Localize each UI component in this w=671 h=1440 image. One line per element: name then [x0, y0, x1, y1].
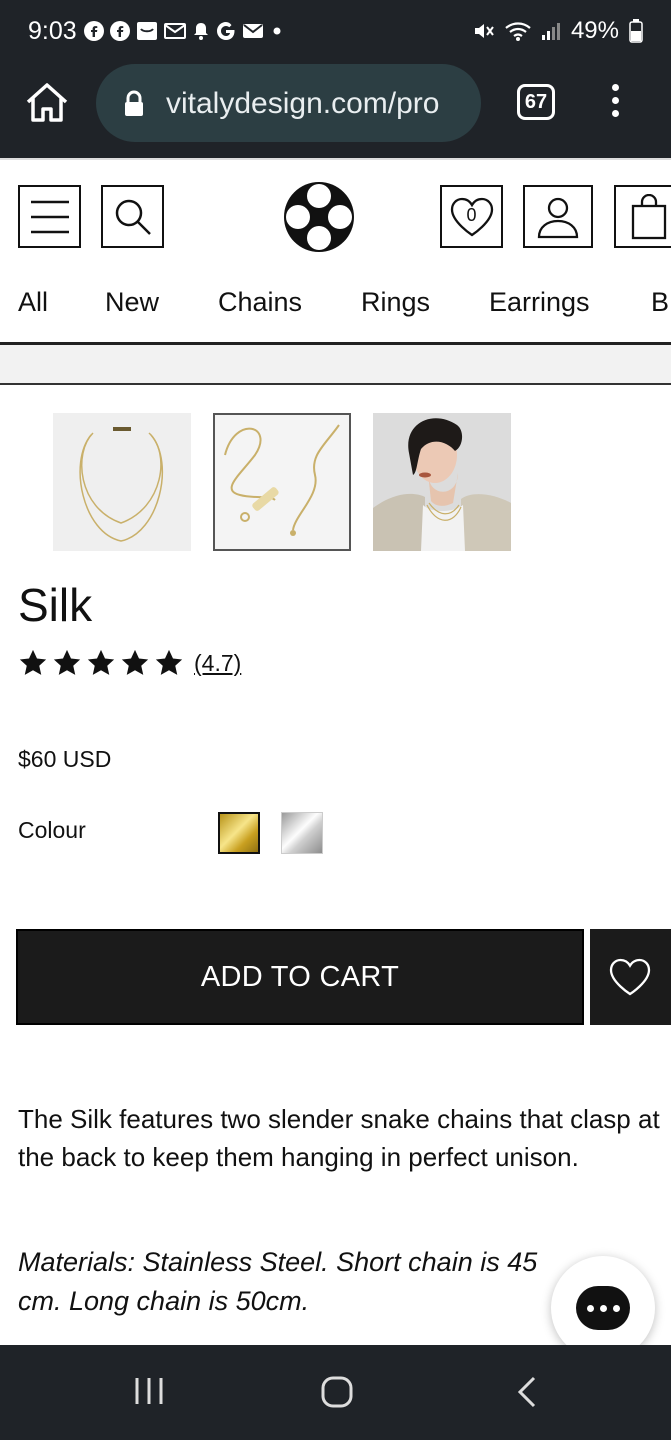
colour-swatch-gold[interactable] [218, 812, 260, 854]
category-earrings[interactable]: Earrings [489, 287, 590, 318]
dot-icon [270, 24, 284, 38]
home-circle-icon [321, 1376, 353, 1408]
star-icon [155, 649, 183, 675]
lock-icon [122, 90, 146, 123]
browser-toolbar: vitalydesign.com/pro 67 [0, 62, 671, 158]
product-thumbnail-2[interactable] [213, 413, 351, 551]
recent-apps-button[interactable] [133, 1375, 165, 1412]
site-header: 0 All New Chains Rings Earrings B [0, 158, 671, 344]
add-to-wishlist-button[interactable] [590, 929, 671, 1025]
signal-icon [541, 21, 561, 41]
mute-icon [473, 20, 495, 42]
battery-icon [629, 19, 643, 43]
menu-dot-icon [611, 110, 619, 117]
account-button[interactable] [523, 185, 593, 248]
browser-menu-button[interactable] [607, 84, 623, 120]
search-icon [115, 199, 151, 235]
category-chains[interactable]: Chains [218, 287, 302, 318]
rating-value[interactable]: (4.7) [194, 650, 241, 677]
bell-icon [192, 21, 210, 41]
notification-icons [84, 18, 284, 44]
status-time: 9:03 [28, 17, 77, 45]
star-icon [53, 649, 81, 675]
user-icon [537, 197, 579, 238]
home-button[interactable] [22, 80, 72, 126]
url-bar[interactable]: vitalydesign.com/pro [96, 64, 481, 142]
wifi-icon [505, 20, 531, 42]
product-description: The Silk features two slender snake chai… [18, 1104, 660, 1172]
back-chevron-icon [517, 1376, 536, 1408]
status-bar: 9:03 49% [0, 0, 671, 62]
recents-icon [135, 1378, 163, 1404]
colour-swatch-silver[interactable] [281, 812, 323, 854]
menu-dot-icon [611, 84, 619, 91]
mail-icon [242, 22, 264, 40]
gmail-icon [164, 21, 186, 41]
star-icon [87, 649, 115, 675]
category-all[interactable]: All [18, 287, 48, 318]
star-icon [121, 649, 149, 675]
system-nav-bar [0, 1345, 671, 1440]
add-to-cart-button[interactable]: ADD TO CART [16, 929, 584, 1025]
product-title: Silk [18, 579, 93, 631]
category-rings[interactable]: Rings [361, 287, 430, 318]
star-icon [19, 649, 47, 675]
hamburger-icon [30, 200, 69, 233]
url-text: vitalydesign.com/pro [166, 87, 440, 120]
shopping-bag-icon [631, 193, 667, 239]
product-price: $60 USD [18, 746, 112, 772]
wishlist-button[interactable]: 0 [440, 185, 503, 248]
search-button[interactable] [101, 185, 164, 248]
home-nav-button[interactable] [320, 1375, 354, 1414]
product-thumbnail-1[interactable] [53, 413, 191, 551]
chat-icon [576, 1286, 630, 1330]
menu-dot-icon [611, 97, 619, 104]
product-thumbnail-3[interactable] [373, 413, 511, 551]
facebook-icon [110, 21, 130, 41]
back-button[interactable] [512, 1375, 542, 1414]
battery-percent: 49% [570, 17, 619, 44]
google-icon [216, 21, 236, 41]
system-status: 49% [473, 17, 643, 45]
wishlist-count: 0 [466, 205, 477, 225]
mail-icon [136, 20, 158, 42]
menu-button[interactable] [18, 185, 81, 248]
product-materials: Materials: Stainless Steel. Short chain … [18, 1247, 538, 1316]
brand-logo[interactable] [282, 180, 356, 254]
tab-switcher-button[interactable]: 67 [517, 84, 555, 120]
colour-label: Colour [18, 817, 86, 843]
category-more[interactable]: B [651, 287, 669, 318]
home-icon [26, 83, 68, 122]
category-nav: All New Chains Rings Earrings B [0, 270, 671, 344]
cart-button[interactable] [614, 185, 671, 248]
product-rating[interactable]: (4.7) [18, 648, 241, 678]
category-new[interactable]: New [105, 287, 159, 318]
breadcrumb-band [0, 345, 671, 385]
heart-icon [609, 958, 651, 996]
facebook-icon [84, 21, 104, 41]
